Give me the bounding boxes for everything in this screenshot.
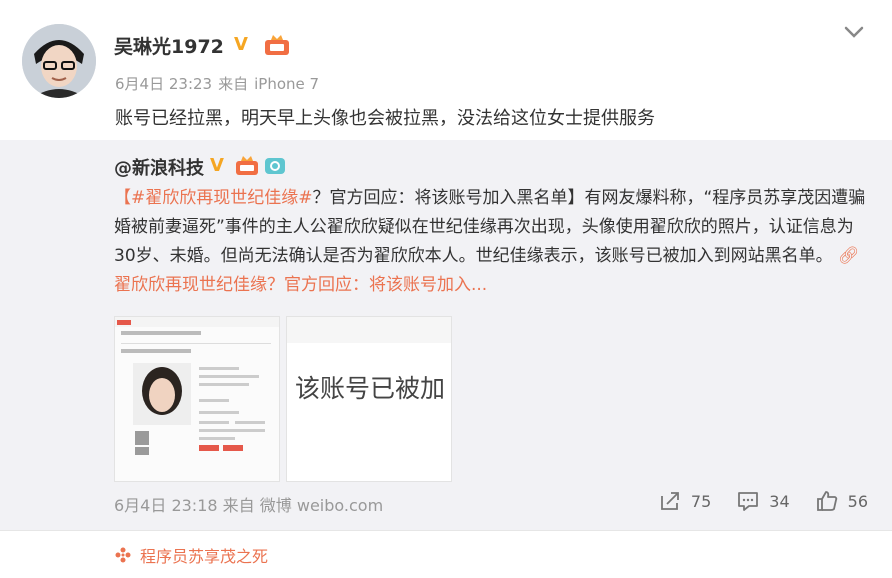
like-count: 56: [847, 491, 868, 511]
repost-icon: [661, 492, 679, 510]
topic-icon: [115, 547, 131, 563]
like-icon: [816, 491, 837, 511]
like-button[interactable]: 56: [816, 490, 868, 512]
topic-link[interactable]: 程序员苏享茂之死: [114, 543, 268, 567]
repost-body: 【#翟欣欣再现世纪佳缘#？官方回应：将该账号加入黑名单】有网友爆料称，“程序员苏…: [114, 184, 874, 300]
repost-card: @新浪科技 V 【#翟欣欣再现世纪佳缘#？官方回应：将该账号加入黑名单】有网友爆…: [0, 140, 892, 530]
source-prefix: 来自: [218, 75, 249, 93]
divider: [0, 530, 892, 531]
comment-icon: [738, 492, 759, 511]
comment-count: 34: [769, 491, 790, 511]
level-badge-icon[interactable]: [264, 34, 290, 56]
avatar[interactable]: [22, 24, 96, 98]
post-date[interactable]: 6月4日 23:23: [115, 75, 212, 93]
comment-button[interactable]: 34: [737, 490, 790, 512]
camera-badge-icon[interactable]: [264, 155, 286, 175]
repost-button[interactable]: 75: [659, 490, 711, 512]
post-text: 账号已经拉黑，明天早上头像也会被拉黑，没法给这位女士提供服务: [115, 108, 655, 129]
weibo-post: 吴琳光1972 V 6月4日 23:23 来自 iPhone 7 账号已经拉黑，明天…: [0, 0, 892, 530]
repost-meta: 6月4日 23:18 来自 微博 weibo.com: [114, 492, 383, 516]
level-badge-icon[interactable]: [235, 155, 259, 177]
action-bar: 75 34 56: [633, 488, 868, 514]
repost-count: 75: [690, 491, 712, 511]
topic-label: 程序员苏享茂之死: [140, 547, 269, 566]
link-icon: 🔗︎: [838, 246, 860, 266]
repost-source: 微博 weibo.com: [259, 496, 384, 515]
source-prefix: 来自: [222, 496, 255, 515]
verified-v-icon: V: [210, 155, 224, 176]
repost-date[interactable]: 6月4日 23:18: [114, 496, 218, 515]
chevron-down-icon[interactable]: [840, 22, 868, 42]
repost-author[interactable]: @新浪科技: [114, 154, 204, 180]
verified-v-icon: V: [234, 34, 248, 55]
post-source: iPhone 7: [254, 75, 320, 93]
article-link[interactable]: 翟欣欣再现世纪佳缘？官方回应：将该账号加入...: [114, 275, 487, 295]
repost-image-screenshot[interactable]: [114, 316, 280, 482]
hashtag-link[interactable]: 【#翟欣欣再现世纪佳缘#: [114, 188, 313, 208]
repost-image-closeup[interactable]: 该账号已被加: [286, 316, 452, 482]
image-band: [287, 317, 451, 343]
post-meta: 6月4日 23:23 来自 iPhone 7: [115, 73, 325, 94]
image-caption-text: 该账号已被加: [295, 374, 446, 403]
username[interactable]: 吴琳光1972: [114, 32, 224, 59]
